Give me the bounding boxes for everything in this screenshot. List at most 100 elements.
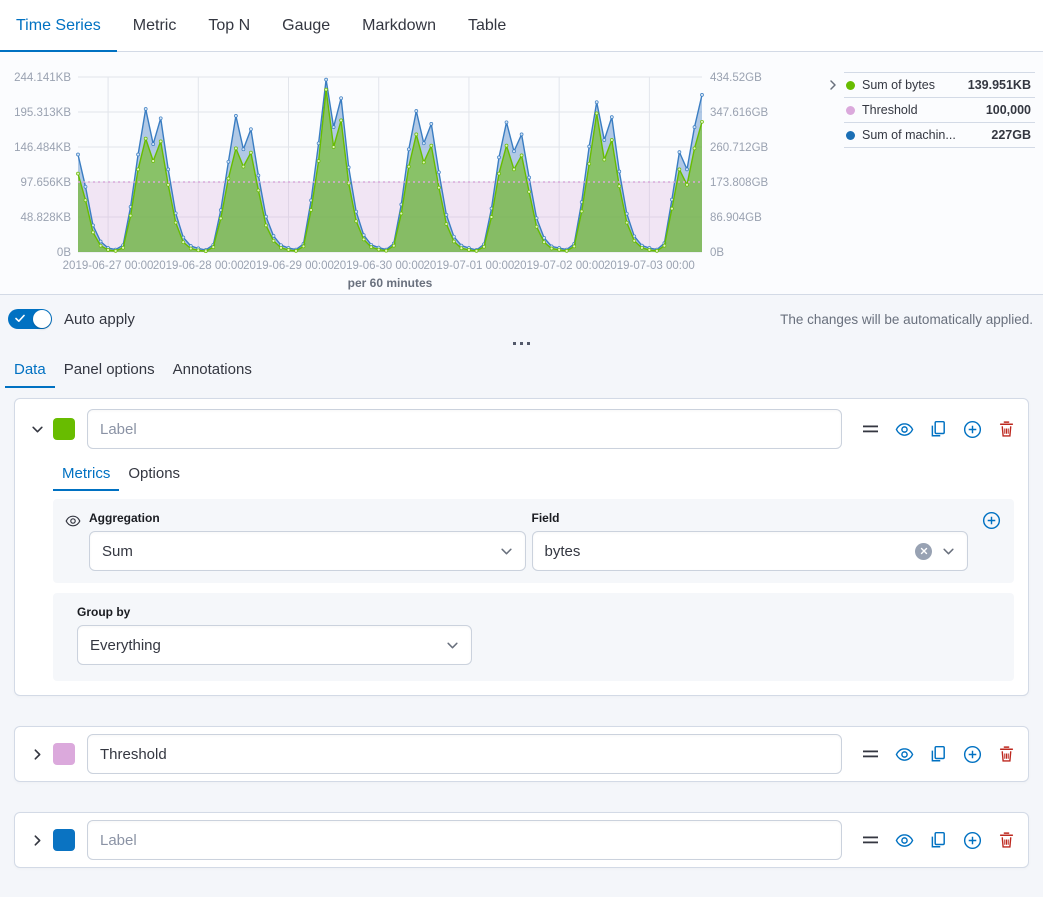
trash-icon: [998, 420, 1015, 438]
series-inner-tabs: Metrics Options: [53, 459, 1028, 491]
legend-item-sum-of-machine-ram[interactable]: Sum of machin... 227GB: [844, 122, 1035, 148]
chevron-right-icon: [31, 834, 44, 847]
series-card-1: Metrics Options Aggregation Sum: [14, 398, 1029, 696]
auto-apply-label: Auto apply: [64, 311, 135, 328]
series-label-input[interactable]: [87, 734, 842, 774]
series-color-swatch[interactable]: [53, 829, 75, 851]
svg-text:0B: 0B: [57, 247, 71, 259]
drag-handle-icon[interactable]: [860, 419, 880, 439]
tab-annotations[interactable]: Annotations: [164, 353, 261, 388]
svg-text:2019-06-29 00:00: 2019-06-29 00:00: [243, 260, 334, 272]
delete-series-button[interactable]: [996, 744, 1016, 764]
clone-series-button[interactable]: [928, 744, 948, 764]
svg-text:per 60 minutes: per 60 minutes: [348, 276, 433, 290]
add-series-button[interactable]: [962, 419, 982, 439]
svg-text:48.828KB: 48.828KB: [20, 212, 71, 224]
aggregation-select[interactable]: Sum: [89, 531, 526, 571]
group-by-label: Group by: [77, 605, 998, 619]
chart-section: 0B0B48.828KB86.904GB97.656KB173.808GB146…: [0, 52, 1043, 295]
tab-metric[interactable]: Metric: [117, 0, 193, 51]
trash-icon: [998, 745, 1015, 763]
eye-icon: [895, 745, 914, 764]
legend-item-threshold[interactable]: Threshold 100,000: [844, 97, 1035, 122]
add-series-button[interactable]: [962, 830, 982, 850]
chevron-down-icon: [942, 545, 955, 558]
svg-text:146.484KB: 146.484KB: [14, 142, 71, 154]
eye-icon: [65, 513, 81, 529]
plus-circle-icon: [963, 745, 982, 764]
field-label: Field: [532, 511, 969, 525]
svg-text:347.616GB: 347.616GB: [710, 107, 769, 119]
field-combobox[interactable]: bytes: [532, 531, 969, 571]
legend-item-sum-of-bytes[interactable]: Sum of bytes 139.951KB: [844, 72, 1035, 97]
expand-series-button[interactable]: [27, 744, 47, 764]
expand-series-button[interactable]: [27, 830, 47, 850]
copy-icon: [929, 420, 947, 438]
check-icon: [15, 314, 25, 323]
legend-collapse-button[interactable]: [822, 74, 844, 96]
tab-time-series[interactable]: Time Series: [0, 0, 117, 51]
svg-text:2019-06-30 00:00: 2019-06-30 00:00: [333, 260, 424, 272]
chevron-right-icon: [31, 748, 44, 761]
clone-series-button[interactable]: [928, 419, 948, 439]
collapse-series-button[interactable]: [27, 419, 47, 439]
series-label-input[interactable]: [87, 409, 842, 449]
svg-text:195.313KB: 195.313KB: [14, 107, 71, 119]
group-by-select[interactable]: Everything: [77, 625, 472, 665]
chevron-down-icon: [31, 423, 44, 436]
series-list: Metrics Options Aggregation Sum: [0, 388, 1043, 868]
svg-text:173.808GB: 173.808GB: [710, 177, 769, 189]
plus-circle-icon: [963, 831, 982, 850]
clone-series-button[interactable]: [928, 830, 948, 850]
svg-text:2019-07-01 00:00: 2019-07-01 00:00: [424, 260, 515, 272]
timeseries-chart: 0B0B48.828KB86.904GB97.656KB173.808GB146…: [0, 56, 822, 294]
clear-field-button[interactable]: [915, 543, 932, 560]
aggregation-label: Aggregation: [89, 511, 526, 525]
series-color-dot: [846, 106, 855, 115]
svg-text:97.656KB: 97.656KB: [20, 177, 71, 189]
plus-circle-icon: [963, 420, 982, 439]
tab-top-n[interactable]: Top N: [192, 0, 266, 51]
toggle-visibility-button[interactable]: [894, 744, 914, 764]
svg-text:260.712GB: 260.712GB: [710, 142, 769, 154]
tab-markdown[interactable]: Markdown: [346, 0, 452, 51]
auto-apply-row: Auto apply The changes will be automatic…: [0, 295, 1043, 335]
series-label-input[interactable]: [87, 820, 842, 860]
tab-panel-options[interactable]: Panel options: [55, 353, 164, 388]
svg-text:2019-06-27 00:00: 2019-06-27 00:00: [63, 260, 154, 272]
add-series-button[interactable]: [962, 744, 982, 764]
svg-text:434.52GB: 434.52GB: [710, 72, 762, 84]
copy-icon: [929, 745, 947, 763]
drag-handle-icon[interactable]: [860, 744, 880, 764]
chevron-down-icon: [446, 639, 459, 652]
delete-series-button[interactable]: [996, 419, 1016, 439]
svg-text:2019-07-03 00:00: 2019-07-03 00:00: [604, 260, 695, 272]
tab-options[interactable]: Options: [119, 459, 189, 491]
vis-type-tabs: Time Series Metric Top N Gauge Markdown …: [0, 0, 1043, 52]
tab-table[interactable]: Table: [452, 0, 522, 51]
copy-icon: [929, 831, 947, 849]
tab-gauge[interactable]: Gauge: [266, 0, 346, 51]
series-color-dot: [846, 131, 855, 140]
series-color-swatch[interactable]: [53, 743, 75, 765]
series-color-swatch[interactable]: [53, 418, 75, 440]
toggle-visibility-button[interactable]: [894, 830, 914, 850]
auto-apply-toggle[interactable]: [8, 309, 52, 329]
chart-legend: Sum of bytes 139.951KB Threshold 100,000…: [844, 72, 1035, 148]
chevron-right-icon: [827, 79, 839, 91]
svg-text:244.141KB: 244.141KB: [14, 72, 71, 84]
tab-data[interactable]: Data: [5, 353, 55, 388]
add-metric-button[interactable]: [980, 511, 1002, 530]
toggle-visibility-button[interactable]: [894, 419, 914, 439]
group-by-block: Group by Everything: [53, 593, 1014, 681]
plus-circle-icon: [982, 511, 1001, 530]
metric-visibility-icon: [65, 513, 81, 529]
trash-icon: [998, 831, 1015, 849]
svg-text:0B: 0B: [710, 247, 724, 259]
tab-metrics[interactable]: Metrics: [53, 459, 119, 491]
series-card-2: [14, 726, 1029, 782]
delete-series-button[interactable]: [996, 830, 1016, 850]
metric-block: Aggregation Sum Field bytes: [53, 499, 1014, 583]
panel-resize-handle[interactable]: [0, 335, 1043, 351]
drag-handle-icon[interactable]: [860, 830, 880, 850]
